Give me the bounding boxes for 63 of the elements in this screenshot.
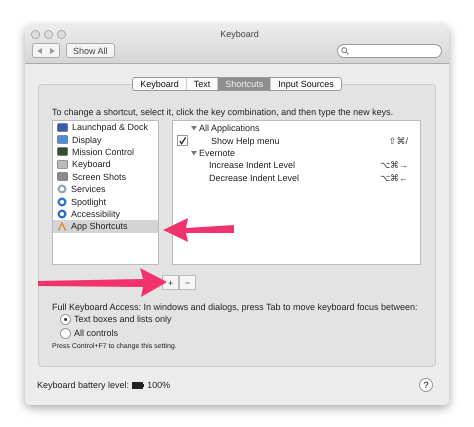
category-item[interactable]: Keyboard [53,158,158,171]
back-icon [37,48,42,54]
category-icon [57,196,67,207]
category-icon [57,184,67,194]
shortcut-name: Decrease Indent Level [209,172,300,183]
category-label: Services [71,184,106,194]
tab[interactable]: Input Sources [271,78,341,90]
category-label: Launchpad & Dock [72,122,148,132]
shortcut-name: Show Help menu [211,136,280,146]
battery-icon [132,382,144,388]
forward-icon [50,48,55,54]
category-icon [57,208,67,219]
battery-value: 100% [147,380,170,390]
shortcut-keys: ⇧⌘/ [388,136,408,146]
help-button[interactable]: ? [419,378,433,392]
category-label: Accessibility [71,208,120,219]
zoom-button[interactable] [57,30,66,38]
option-label: Text boxes and lists only [74,314,172,324]
show-all-button[interactable]: Show All [66,43,115,58]
category-item[interactable]: Services [53,182,158,196]
category-label: Keyboard [72,159,111,170]
minimize-button[interactable] [44,30,53,38]
back-forward-control[interactable] [32,43,60,58]
category-icon [57,122,68,132]
annotation-arrow [163,218,234,242]
category-label: Spotlight [71,196,106,207]
radio-button[interactable] [60,314,71,324]
group-label: Evernote [199,148,236,158]
category-icon [57,147,68,156]
category-icon [57,160,68,169]
category-item[interactable]: Launchpad & Dock [53,121,158,134]
category-label: Screen Shots [72,172,126,182]
category-item[interactable]: Spotlight [53,195,158,208]
category-icon [57,172,68,182]
category-item[interactable]: Mission Control [53,146,158,158]
category-item[interactable]: App Shortcuts [53,220,158,233]
close-button[interactable] [31,30,40,38]
battery-label: Keyboard battery level: [37,380,130,390]
search-field[interactable] [337,44,442,58]
tab[interactable]: Keyboard [133,78,187,90]
access-description: Full Keyboard Access: In windows and dialogs, press Tab to move keyboard focus between: [52,302,419,312]
remove-button[interactable]: − [179,275,196,290]
shortcut-keys: ⌥⌘← [380,172,408,183]
category-label: App Shortcuts [71,221,128,232]
checkbox[interactable] [177,135,188,146]
category-label: Display [72,134,102,145]
category-item[interactable]: Display [53,133,158,146]
disclosure-triangle[interactable] [191,150,197,156]
group-label: All Applications [199,123,260,134]
search-icon [341,46,349,54]
option-label: All controls [74,328,118,338]
category-icon [57,135,68,144]
add-button[interactable]: + [162,275,179,290]
category-icon [57,221,67,232]
shortcut-keys: ⌥⌘→ [380,160,408,170]
category-item[interactable]: Accessibility [53,208,158,220]
radio-button[interactable] [60,328,71,338]
category-label: Mission Control [72,146,134,157]
disclosure-triangle[interactable] [191,125,197,132]
category-item[interactable]: Screen Shots [53,170,158,183]
window-title: Keyboard [219,29,260,39]
shortcut-name: Increase Indent Level [209,160,296,170]
instruction-text: To change a shortcut, select it, click the key combination, and then type the new keys. [52,107,394,117]
